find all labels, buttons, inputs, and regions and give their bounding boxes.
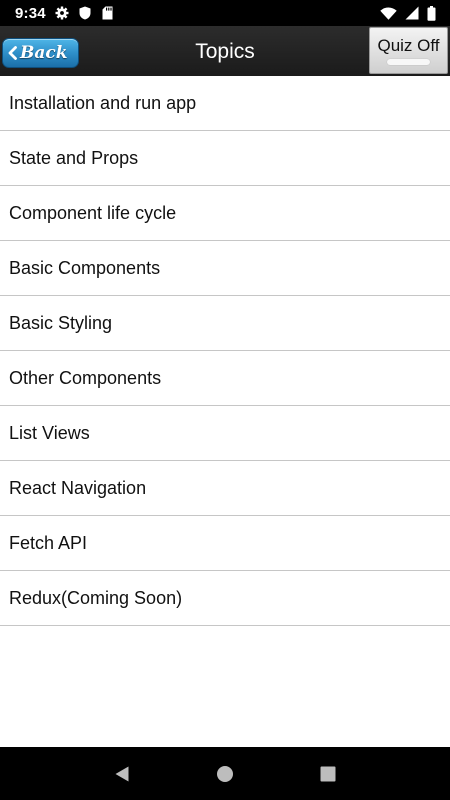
system-nav-bar [0,747,450,800]
topic-list: Installation and run app State and Props… [0,76,450,626]
nav-recents-button[interactable] [308,754,348,794]
topic-item-state-props[interactable]: State and Props [0,131,450,186]
gear-icon [55,6,69,20]
back-button[interactable]: Back [2,38,79,68]
topic-item-fetch-api[interactable]: Fetch API [0,516,450,571]
status-right [380,5,436,21]
quiz-toggle-button[interactable]: Quiz Off [369,27,448,74]
topic-item-basic-styling[interactable]: Basic Styling [0,296,450,351]
topic-item-basic-components[interactable]: Basic Components [0,241,450,296]
wifi-icon [380,6,397,20]
signal-icon [405,6,419,20]
back-triangle-icon [114,765,130,783]
topic-item-react-navigation[interactable]: React Navigation [0,461,450,516]
topic-item-installation[interactable]: Installation and run app [0,76,450,131]
title-bar: Back Topics Quiz Off [0,26,450,76]
topic-item-list-views[interactable]: List Views [0,406,450,461]
home-circle-icon [216,765,234,783]
topic-item-component-life-cycle[interactable]: Component life cycle [0,186,450,241]
battery-icon [427,5,436,21]
recents-square-icon [320,766,336,782]
shield-icon [78,6,92,20]
nav-back-button[interactable] [102,754,142,794]
sd-card-icon [101,6,115,20]
status-bar: 9:34 [0,0,450,26]
status-time: 9:34 [15,4,46,22]
nav-home-button[interactable] [205,754,245,794]
quiz-toggle-track [387,59,430,65]
status-left: 9:34 [15,5,115,22]
back-button-label: Back [20,43,68,63]
topic-item-redux[interactable]: Redux(Coming Soon) [0,571,450,626]
topic-item-other-components[interactable]: Other Components [0,351,450,406]
chevron-left-icon [7,46,18,60]
quiz-toggle-label: Quiz Off [377,36,440,55]
